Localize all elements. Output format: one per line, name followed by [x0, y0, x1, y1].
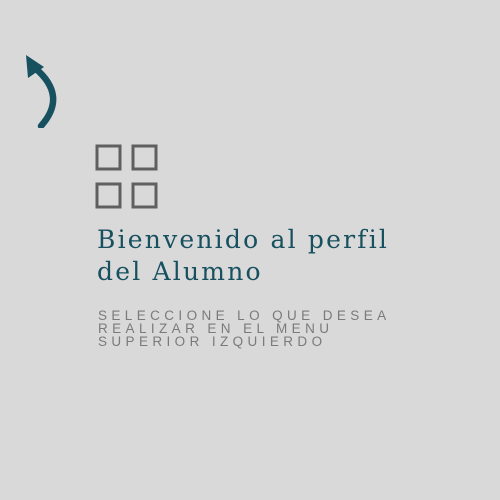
instruction-line: SUPERIOR IZQUIERDO	[98, 334, 327, 349]
welcome-title-line: Bienvenido al perfil	[97, 225, 390, 254]
instruction-text: SELECCIONE LO QUE DESEA REALIZAR EN EL M…	[98, 309, 391, 349]
back-arrow-icon[interactable]	[22, 52, 62, 128]
welcome-title: Bienvenido al perfil del Alumno	[97, 224, 389, 288]
welcome-title-line: del Alumno	[97, 257, 263, 286]
grid-icon	[95, 144, 158, 209]
